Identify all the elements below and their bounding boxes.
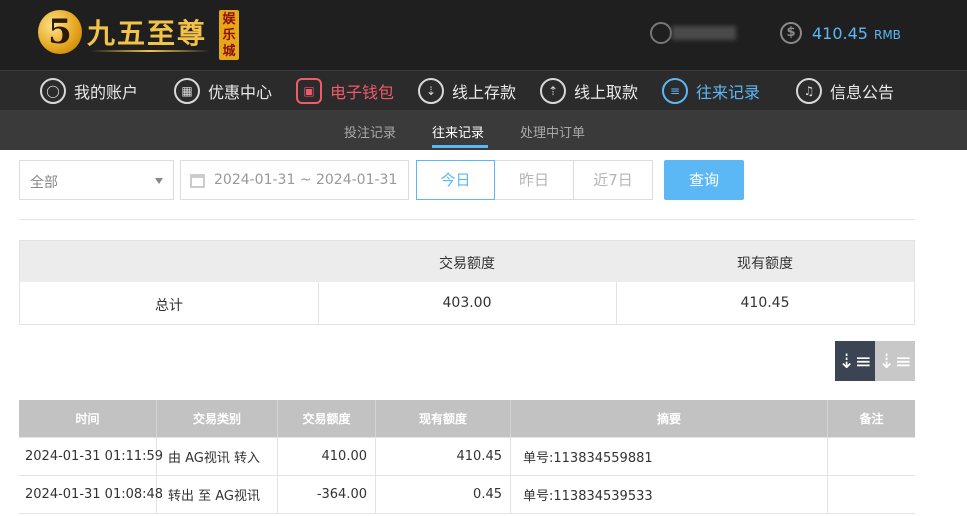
date-range-input[interactable]: 2024-01-31 ~ 2024-01-31 [180,160,409,200]
nav-records[interactable]: ≡ 往来记录 [662,77,760,105]
brand-name: 九五至尊 [87,17,208,50]
cell-summary: 单号:113834559881 [511,438,828,475]
withdraw-icon: ⇡ [540,78,566,104]
balance-amount: 410.45 [812,23,868,43]
nav-online-deposit[interactable]: ⇣ 线上存款 [418,77,516,105]
subtab-bet-records[interactable]: 投注记录 [344,122,396,141]
nav-my-account[interactable]: ◯ 我的账户 [40,77,138,105]
nav-label: 线上存款 [452,83,517,102]
balance-display: $ 410.45 RMB [780,21,901,45]
cell-time: 2024-01-31 01:08:48 [19,476,163,513]
sort-desc-icon: ⇣≡ [838,349,872,373]
search-button[interactable]: 查询 [664,160,744,200]
table-row: 2024-01-31 01:08:48 转出 至 AG视讯 -364.00 0.… [19,476,915,514]
user-profile[interactable] [650,22,740,44]
summary-header-current: 现有额度 [737,256,793,272]
nav-label: 往来记录 [696,83,761,102]
top-bar: 5 九五至尊 娱乐城 $ 410.45 RMB [0,0,967,70]
cell-time: 2024-01-31 01:11:59 [19,438,163,475]
type-select[interactable]: 全部 [19,160,174,200]
summary-table: 交易额度 现有额度 总计 403.00 410.45 [19,240,915,325]
cell-amount: 410.00 [278,438,376,475]
brand-badge: 娱乐城 [219,10,239,60]
col-note: 备注 [859,412,884,426]
user-icon: ◯ [40,78,66,104]
wallet-icon: ▣ [296,78,322,104]
subtab-pending-orders[interactable]: 处理中订单 [520,122,585,141]
brand-logo[interactable]: 5 九五至尊 娱乐城 [38,6,243,60]
nav-label: 信息公告 [830,83,895,102]
cell-type: 转出 至 AG视讯 [157,476,278,513]
col-balance: 现有额度 [376,400,511,437]
bell-icon: ♫ [796,78,822,104]
cell-note [828,476,915,513]
today-button[interactable]: 今日 [416,160,495,200]
nav-announcements[interactable]: ♫ 信息公告 [796,77,894,105]
col-summary: 摘要 [511,400,828,437]
active-tab-indicator [432,145,488,148]
username-redacted [672,26,736,40]
sort-asc-button[interactable]: ⇣≡ [875,341,915,381]
sort-desc-button[interactable]: ⇣≡ [835,341,875,381]
calendar-icon [190,174,205,188]
col-time: 时间 [19,400,157,437]
col-type: 交易类别 [157,400,278,437]
date-range-value: 2024-01-31 ~ 2024-01-31 [214,172,398,188]
cell-type: 由 AG视讯 转入 [157,438,278,475]
subtab-transaction-records[interactable]: 往来记录 [432,122,484,141]
cell-note [828,438,915,475]
type-select-value: 全部 [30,175,58,191]
sub-nav: 投注记录 往来记录 处理中订单 [0,110,967,150]
last-7-days-button[interactable]: 近7日 [574,160,653,200]
table-header: 时间 交易类别 交易额度 现有额度 摘要 备注 [19,400,915,438]
yesterday-button[interactable]: 昨日 [495,160,574,200]
logo-ornament [90,50,210,52]
summary-trade-total: 403.00 [442,295,492,311]
summary-row-label: 总计 [155,298,183,314]
records-icon: ≡ [662,78,688,104]
summary-current-total: 410.45 [740,295,790,311]
cell-balance: 410.45 [376,438,511,475]
user-avatar-icon [650,22,672,44]
gift-icon: ▦ [174,78,200,104]
sort-asc-icon: ⇣≡ [878,349,912,373]
nav-e-wallet[interactable]: ▣ 电子钱包 [296,77,394,105]
deposit-icon: ⇣ [418,78,444,104]
main-nav: ◯ 我的账户 ▦ 优惠中心 ▣ 电子钱包 ⇣ 线上存款 ⇡ 线上取款 ≡ 往来记… [0,70,967,110]
divider [19,219,915,220]
dollar-icon: $ [780,22,802,44]
caret-down-icon [155,178,163,184]
table-row: 2024-01-31 01:11:59 由 AG视讯 转入 410.00 410… [19,438,915,476]
nav-label: 线上取款 [574,83,639,102]
cell-balance: 0.45 [376,476,511,513]
nav-online-withdraw[interactable]: ⇡ 线上取款 [540,77,638,105]
logo-emblem: 5 [38,10,82,54]
balance-currency: RMB [873,27,901,42]
nav-label: 我的账户 [74,83,139,102]
nav-promotions[interactable]: ▦ 优惠中心 [174,77,272,105]
cell-amount: -364.00 [278,476,376,513]
cell-summary: 单号:113834539533 [511,476,828,513]
nav-label: 优惠中心 [208,83,273,102]
col-amount: 交易额度 [278,400,376,437]
summary-header-trade: 交易额度 [439,256,495,272]
nav-label: 电子钱包 [330,83,395,102]
